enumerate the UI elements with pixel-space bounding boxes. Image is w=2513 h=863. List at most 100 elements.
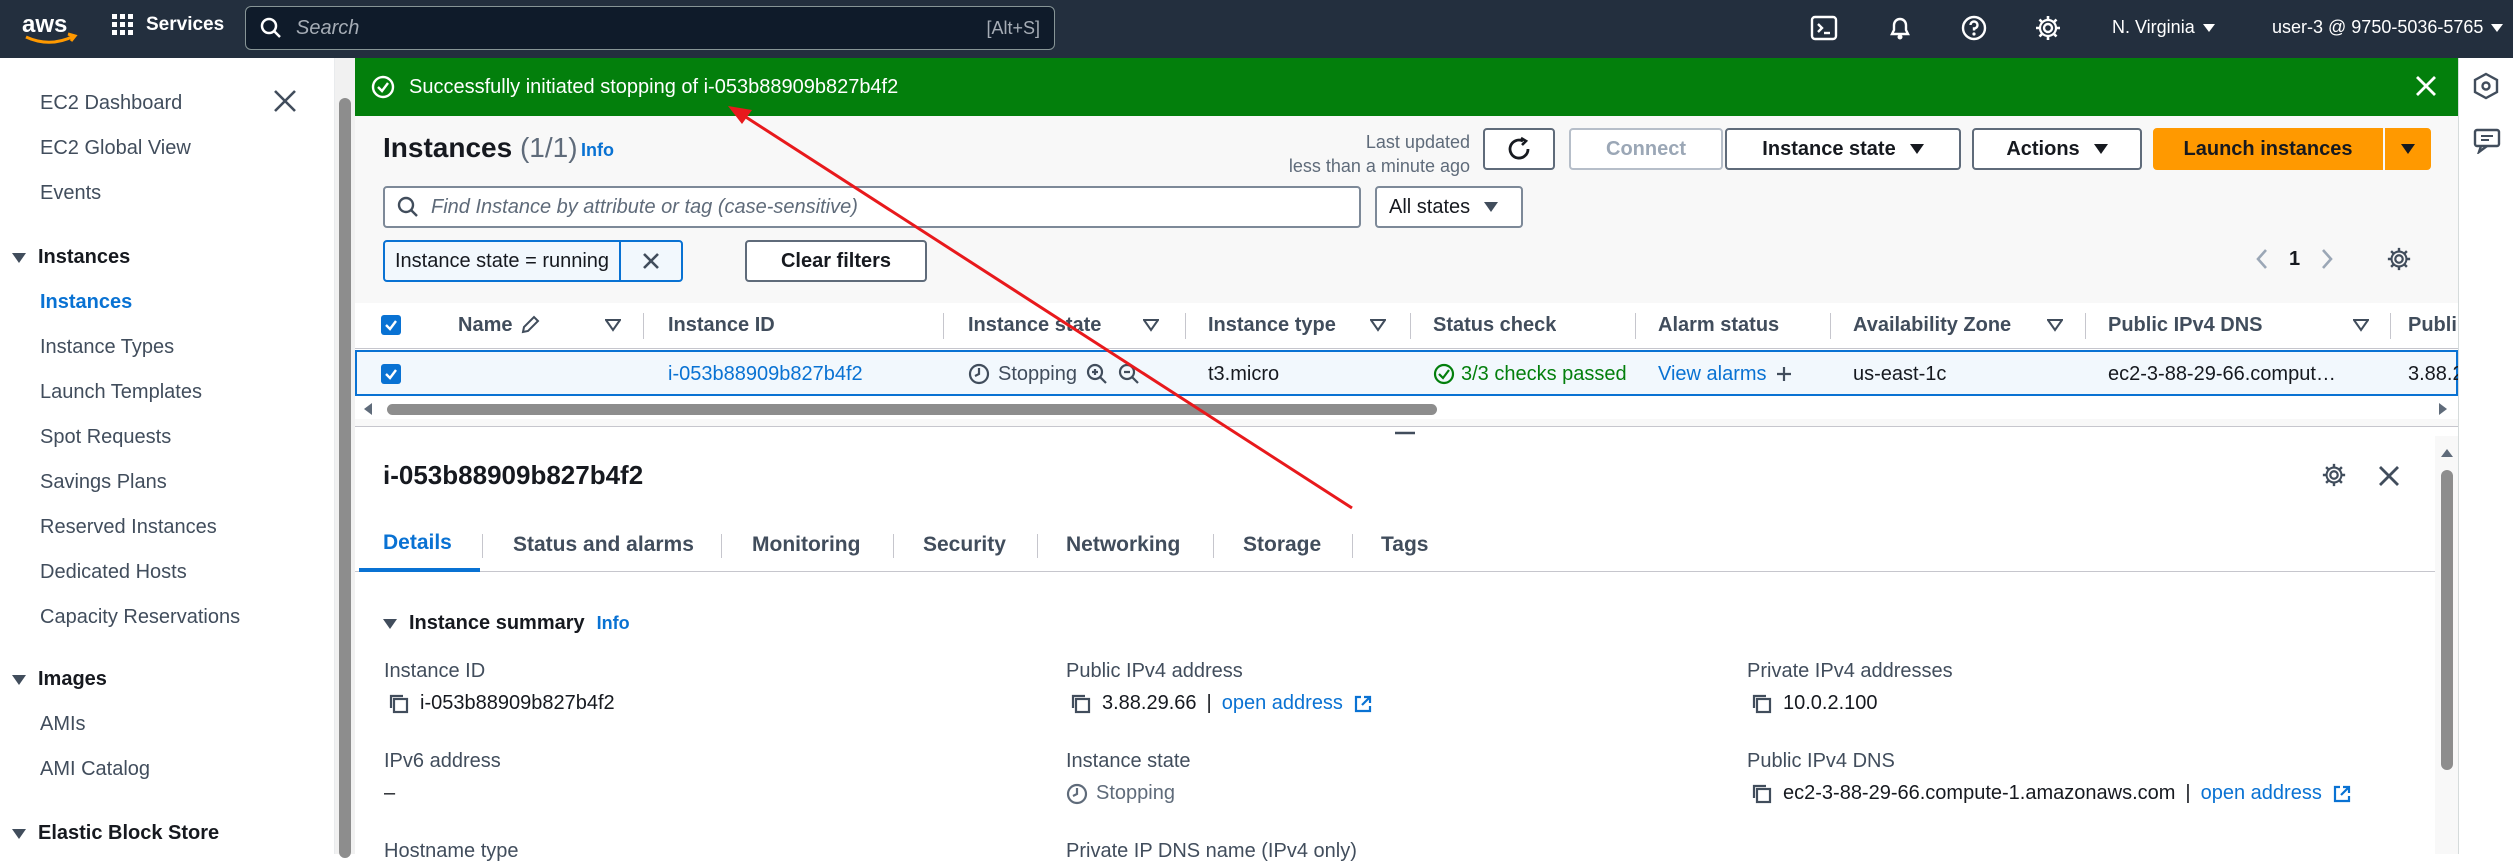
- copy-icon[interactable]: [388, 693, 410, 715]
- copy-icon[interactable]: [1751, 693, 1773, 715]
- nav-launch-templates[interactable]: Launch Templates: [40, 381, 202, 404]
- add-alarm-icon[interactable]: [1775, 365, 1793, 383]
- public-dns-value: ec2-3-88-29-66.compute-1.amazonaws.com |…: [1751, 782, 2352, 805]
- nav-ec2-dashboard[interactable]: EC2 Dashboard: [40, 92, 182, 115]
- tab-details[interactable]: Details: [359, 518, 480, 572]
- tab-monitoring[interactable]: Monitoring: [752, 518, 860, 572]
- column-header-instance-id[interactable]: Instance ID: [668, 303, 775, 347]
- launch-instances-dropdown[interactable]: [2385, 128, 2431, 170]
- notifications-bell-icon[interactable]: [1886, 14, 1914, 42]
- current-page[interactable]: 1: [2289, 248, 2300, 271]
- settings-gear-icon[interactable]: [2034, 14, 2062, 42]
- nav-section-elastic-block-store[interactable]: Elastic Block Store: [12, 822, 219, 845]
- info-link[interactable]: Info: [581, 140, 614, 161]
- nav-capacity-reservations[interactable]: Capacity Reservations: [40, 606, 240, 629]
- column-header-public-dns[interactable]: Public IPv4 DNS: [2108, 303, 2263, 347]
- copy-icon[interactable]: [1070, 693, 1092, 715]
- column-header-availability-zone[interactable]: Availability Zone: [1853, 303, 2011, 347]
- sort-state-icon[interactable]: [1143, 303, 1159, 347]
- tab-storage[interactable]: Storage: [1243, 518, 1321, 572]
- table-preferences-gear-icon[interactable]: [2386, 246, 2412, 272]
- nav-reserved-instances[interactable]: Reserved Instances: [40, 516, 217, 539]
- close-details-icon[interactable]: [2377, 464, 2401, 488]
- account-menu[interactable]: user-3 @ 9750-5036-5765: [2272, 17, 2504, 38]
- nav-spot-requests[interactable]: Spot Requests: [40, 426, 171, 449]
- refresh-button[interactable]: [1483, 128, 1555, 170]
- zoom-out-icon[interactable]: [1117, 362, 1141, 386]
- global-search-input[interactable]: Search [Alt+S]: [245, 6, 1055, 50]
- nav-instance-types[interactable]: Instance Types: [40, 336, 174, 359]
- nav-events[interactable]: Events: [40, 182, 101, 205]
- column-header-instance-state[interactable]: Instance state: [968, 303, 1101, 347]
- chevron-left-icon[interactable]: [2255, 248, 2269, 270]
- nav-section-instances[interactable]: Instances: [12, 246, 130, 269]
- instance-state-button[interactable]: Instance state: [1725, 128, 1961, 170]
- copy-icon[interactable]: [1751, 783, 1773, 805]
- column-header-status-check[interactable]: Status check: [1433, 303, 1556, 347]
- sort-type-icon[interactable]: [1370, 303, 1386, 347]
- sidebar-scrollbar[interactable]: [335, 58, 355, 858]
- cloudshell-icon[interactable]: [1810, 14, 1838, 42]
- refresh-icon: [1508, 136, 1530, 160]
- sort-name-icon[interactable]: [605, 303, 621, 347]
- scroll-right-arrow-icon[interactable]: [2438, 403, 2448, 415]
- select-all-checkbox[interactable]: [381, 303, 401, 347]
- region-selector[interactable]: N. Virginia: [2112, 17, 2215, 38]
- tab-security[interactable]: Security: [923, 518, 1006, 572]
- launch-instances-button[interactable]: Launch instances: [2153, 128, 2383, 170]
- tab-status-and-alarms[interactable]: Status and alarms: [513, 518, 694, 572]
- actions-button[interactable]: Actions: [1972, 128, 2142, 170]
- scroll-left-arrow-icon[interactable]: [363, 403, 373, 415]
- instance-filter-input[interactable]: Find Instance by attribute or tag (case-…: [383, 186, 1361, 228]
- open-address-link[interactable]: open address: [1222, 692, 1343, 715]
- remove-filter-icon[interactable]: [621, 251, 681, 271]
- scrollbar-thumb[interactable]: [339, 98, 351, 858]
- nav-amis[interactable]: AMIs: [40, 713, 86, 736]
- tab-tags[interactable]: Tags: [1381, 518, 1428, 572]
- row-checkbox[interactable]: [381, 352, 401, 396]
- open-address-link[interactable]: open address: [2201, 782, 2322, 805]
- nav-ec2-global-view[interactable]: EC2 Global View: [40, 137, 191, 160]
- nav-savings-plans[interactable]: Savings Plans: [40, 471, 167, 494]
- help-icon[interactable]: [1960, 14, 1988, 42]
- instance-summary-header[interactable]: Instance summary Info: [383, 612, 630, 635]
- zoom-in-icon[interactable]: [1085, 362, 1109, 386]
- dismiss-flash-icon[interactable]: [2414, 74, 2438, 98]
- split-panel-divider[interactable]: [355, 426, 2458, 442]
- feedback-icon[interactable]: [2473, 128, 2501, 154]
- connect-button[interactable]: Connect: [1569, 128, 1723, 170]
- external-link-icon[interactable]: [1353, 694, 1373, 714]
- scrollbar-thumb[interactable]: [387, 404, 1437, 415]
- aws-logo[interactable]: aws: [20, 10, 80, 46]
- external-link-icon[interactable]: [2332, 784, 2352, 804]
- column-header-alarm-status[interactable]: Alarm status: [1658, 303, 1779, 347]
- column-header-public-ip[interactable]: Publi: [2408, 303, 2458, 347]
- clear-filters-button[interactable]: Clear filters: [745, 240, 927, 282]
- summary-info-link[interactable]: Info: [597, 613, 630, 634]
- nav-instances[interactable]: Instances: [40, 291, 132, 314]
- sort-dns-icon[interactable]: [2353, 303, 2369, 347]
- info-panel-icon[interactable]: [2473, 72, 2499, 100]
- details-settings-gear-icon[interactable]: [2321, 462, 2347, 488]
- table-row[interactable]: i-053b88909b827b4f2 Stopping t3.micro 3/…: [355, 350, 2458, 396]
- close-navigation-icon[interactable]: [272, 88, 298, 114]
- instance-id-link[interactable]: i-053b88909b827b4f2: [668, 352, 863, 396]
- column-header-name[interactable]: Name: [458, 303, 598, 347]
- caret-down-icon: [383, 618, 397, 629]
- sort-az-icon[interactable]: [2047, 303, 2063, 347]
- column-header-instance-type[interactable]: Instance type: [1208, 303, 1336, 347]
- tab-networking[interactable]: Networking: [1066, 518, 1180, 572]
- nav-section-images[interactable]: Images: [12, 668, 107, 691]
- view-alarms-link[interactable]: View alarms: [1658, 363, 1767, 386]
- scroll-up-arrow-icon[interactable]: [2441, 448, 2453, 458]
- details-vertical-scrollbar[interactable]: [2435, 436, 2458, 854]
- chevron-right-icon[interactable]: [2320, 248, 2334, 270]
- private-ipv4-label: Private IPv4 addresses: [1747, 660, 1953, 682]
- services-menu-button[interactable]: Services: [112, 14, 224, 36]
- nav-dedicated-hosts[interactable]: Dedicated Hosts: [40, 561, 187, 584]
- public-ipv4-value: 3.88.29.66 | open address: [1070, 692, 1373, 715]
- nav-ami-catalog[interactable]: AMI Catalog: [40, 758, 150, 781]
- states-filter-select[interactable]: All states: [1375, 186, 1523, 228]
- table-horizontal-scrollbar[interactable]: [355, 399, 2458, 419]
- scrollbar-thumb[interactable]: [2441, 470, 2453, 770]
